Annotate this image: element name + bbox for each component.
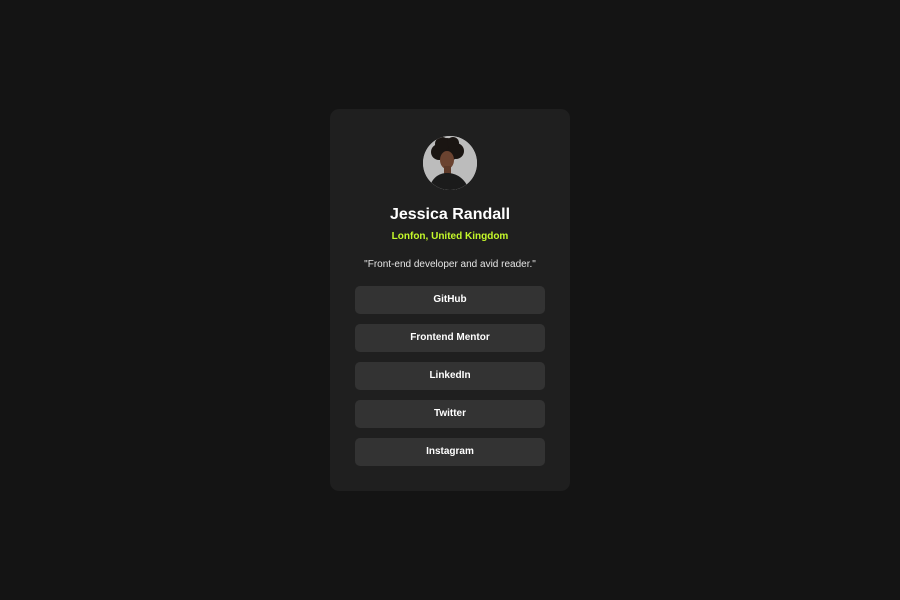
github-link-button[interactable]: GitHub	[355, 286, 545, 314]
profile-card: Jessica Randall Lonfon, United Kingdom "…	[330, 109, 570, 491]
profile-location: Lonfon, United Kingdom	[391, 231, 509, 242]
social-links: GitHub Frontend Mentor LinkedIn Twitter …	[355, 286, 545, 476]
frontend-mentor-link-button[interactable]: Frontend Mentor	[355, 324, 545, 352]
profile-name: Jessica Randall	[389, 206, 511, 223]
profile-photo-icon	[423, 136, 477, 190]
instagram-link-button[interactable]: Instagram	[355, 438, 545, 466]
linkedin-link-button[interactable]: LinkedIn	[355, 362, 545, 390]
avatar	[423, 136, 477, 190]
profile-bio: "Front-end developer and avid reader."	[364, 259, 536, 270]
twitter-link-button[interactable]: Twitter	[355, 400, 545, 428]
